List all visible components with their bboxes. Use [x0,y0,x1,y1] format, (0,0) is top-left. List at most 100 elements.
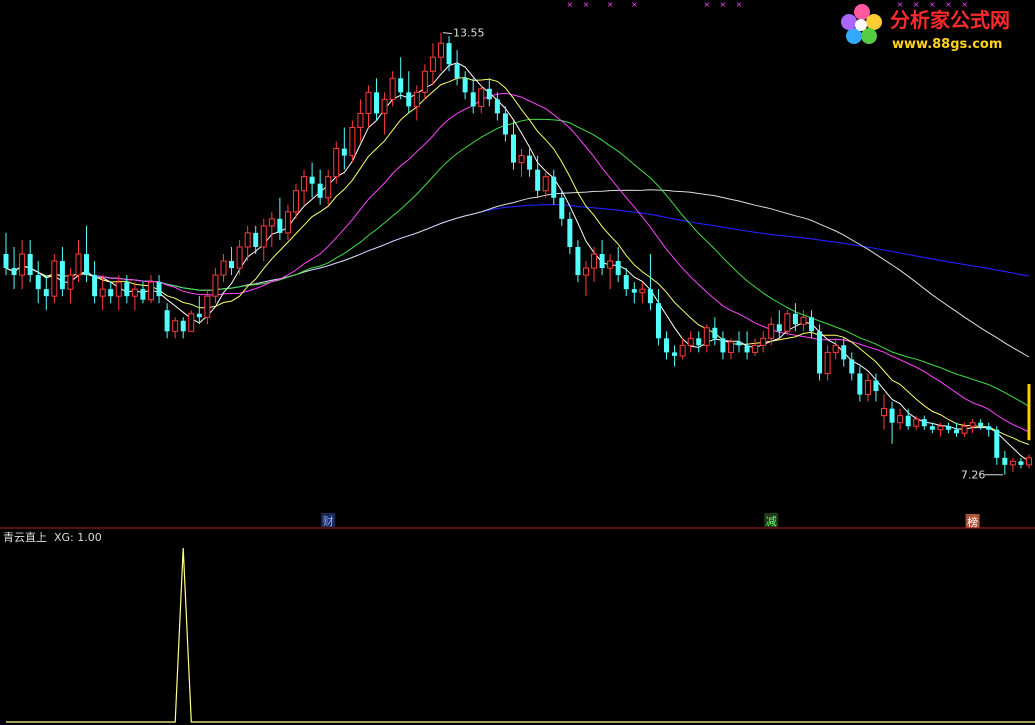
candle-body [381,98,388,114]
candle-body [446,43,452,65]
candle-body [140,289,146,300]
last-bar-marker [1027,384,1031,441]
candle-body [607,260,614,269]
candle-body [873,380,879,392]
candle-body [164,310,170,332]
candle [817,324,823,381]
candle-body [631,289,637,293]
candle-body [720,338,726,353]
indicator-title: 青云直上 [3,530,47,544]
candle-body [236,246,243,269]
candle-body [639,288,646,294]
candle-body [172,320,179,332]
candle-body [800,316,807,325]
candle-body [253,232,259,247]
candle-body [954,429,960,434]
candle-body [92,275,98,297]
candle-body [502,113,508,135]
candle-body [736,341,742,346]
candle-body [156,282,162,297]
low-price-label: 7.26 [961,469,986,482]
candle-body [937,425,944,431]
candle [51,254,58,304]
event-tag-cai[interactable]: 财 [323,514,334,528]
candle-body [712,327,718,339]
candle-body [470,92,476,107]
candle [188,310,195,332]
candle-body [599,254,605,269]
candle-body [75,253,82,276]
candle-body [220,260,227,276]
candle-body [994,429,1000,458]
candle-body [535,169,541,191]
candle-body [1026,457,1032,466]
candle-body [260,225,267,248]
top-marker-x: × [736,0,743,9]
candle-body [115,281,122,297]
candle-body [559,197,565,219]
candle-body [929,426,935,430]
candle-body [832,344,839,353]
candle-body [824,351,831,374]
candle-body [398,78,404,93]
candle-body [11,268,17,276]
candle-body [108,289,114,297]
candle-body [913,418,920,427]
candle-body [27,254,33,276]
candle-body [809,317,815,332]
candle-body [365,91,372,114]
high-price-label: 13.55 [453,27,485,40]
candle-body [864,380,871,396]
candle-body [478,88,485,107]
candle-body [59,261,65,290]
top-marker-x: × [567,0,574,9]
candle-body [301,176,308,192]
candle-body [196,313,202,318]
candle-body [244,232,251,248]
candle-body [817,331,823,374]
candle-body [703,327,710,346]
candle-body [406,92,412,107]
candle-body [679,344,686,357]
candle-body [945,426,951,430]
candle-body [229,261,235,269]
candle-body [494,99,500,114]
candle-body [687,337,694,346]
candle-body [567,218,573,247]
candle-body [978,422,984,427]
candle-body [655,303,661,339]
candle-body [309,176,315,184]
candle-body [374,92,380,114]
logo-url: www.88gs.com [892,37,1002,52]
candle-body [672,352,678,356]
candle-body [349,126,356,157]
candle-body [84,254,90,276]
candle-body [292,190,299,213]
top-marker-x: × [703,0,710,9]
candle-body [881,408,888,417]
event-tag-jian[interactable]: 减 [766,515,777,528]
indicator-series-label: XG: 1.00 [54,531,102,544]
candle-body [325,176,332,199]
candle-body [389,77,396,100]
candle-body [510,134,516,163]
candle-body [623,275,629,290]
candle-body [51,260,58,297]
candle-body [437,42,444,58]
candle-body [421,70,428,93]
candle-body [124,282,130,297]
logo-name: 分析家公式网 [890,8,1010,32]
candle-body [518,155,525,164]
candle-body [752,344,759,353]
candle-body [969,422,976,427]
candle-body [575,246,581,276]
candle-body [333,148,340,178]
candle-body [1009,460,1016,466]
event-tag-bang[interactable]: 榜 [967,515,978,529]
candle-body [462,78,468,93]
candle-body [204,295,211,318]
candle-body [889,408,895,423]
top-marker-x: × [720,0,727,9]
candle-body [647,289,653,304]
candle-body [341,148,347,156]
